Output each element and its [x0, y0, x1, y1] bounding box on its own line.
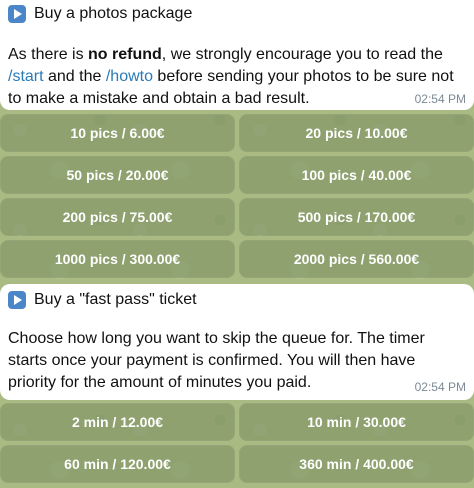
message-fast-pass: Buy a "fast pass" ticket Choose how long… — [0, 284, 474, 400]
body-bold-text: no refund — [88, 46, 162, 63]
message-body: As there is no refund, we strongly encou… — [8, 44, 466, 110]
fast-pass-60-min-button[interactable]: 60 min / 120.00€ — [0, 445, 235, 483]
play-button-icon — [8, 291, 26, 309]
message-timestamp: 02:54 PM — [414, 380, 466, 394]
message-title: Buy a "fast pass" ticket — [34, 291, 197, 308]
message-title: Buy a photos package — [34, 5, 193, 22]
message-timestamp: 02:54 PM — [414, 92, 466, 106]
fast-pass-keyboard: 2 min / 12.00€ 10 min / 30.00€ 60 min / … — [0, 403, 474, 487]
body-text: and the — [43, 68, 106, 85]
photos-package-keyboard: 10 pics / 6.00€ 20 pics / 10.00€ 50 pics… — [0, 114, 474, 282]
fast-pass-10-min-button[interactable]: 10 min / 30.00€ — [239, 403, 474, 441]
keyboard-row: 10 pics / 6.00€ 20 pics / 10.00€ — [0, 114, 474, 152]
buy-20-pics-button[interactable]: 20 pics / 10.00€ — [239, 114, 474, 152]
buy-10-pics-button[interactable]: 10 pics / 6.00€ — [0, 114, 235, 152]
buy-100-pics-button[interactable]: 100 pics / 40.00€ — [239, 156, 474, 194]
body-text: As there is — [8, 46, 89, 63]
message-photos-package: Buy a photos package As there is no refu… — [0, 0, 474, 110]
message-title-row: Buy a "fast pass" ticket — [8, 290, 466, 310]
play-button-icon — [8, 5, 26, 23]
buy-2000-pics-button[interactable]: 2000 pics / 560.00€ — [239, 240, 474, 278]
keyboard-row: 2 min / 12.00€ 10 min / 30.00€ — [0, 403, 474, 441]
keyboard-row: 200 pics / 75.00€ 500 pics / 170.00€ — [0, 198, 474, 236]
start-command-link[interactable]: /start — [8, 68, 44, 85]
buy-200-pics-button[interactable]: 200 pics / 75.00€ — [0, 198, 235, 236]
howto-command-link[interactable]: /howto — [106, 68, 153, 85]
buy-1000-pics-button[interactable]: 1000 pics / 300.00€ — [0, 240, 235, 278]
keyboard-row: 1000 pics / 300.00€ 2000 pics / 560.00€ — [0, 240, 474, 278]
body-text: , we strongly encourage you to read the — [161, 46, 443, 63]
message-body: Choose how long you want to skip the que… — [8, 330, 425, 391]
message-title-row: Buy a photos package — [8, 4, 466, 24]
fast-pass-360-min-button[interactable]: 360 min / 400.00€ — [239, 445, 474, 483]
buy-50-pics-button[interactable]: 50 pics / 20.00€ — [0, 156, 235, 194]
buy-500-pics-button[interactable]: 500 pics / 170.00€ — [239, 198, 474, 236]
fast-pass-2-min-button[interactable]: 2 min / 12.00€ — [0, 403, 235, 441]
keyboard-row: 50 pics / 20.00€ 100 pics / 40.00€ — [0, 156, 474, 194]
keyboard-row: 60 min / 120.00€ 360 min / 400.00€ — [0, 445, 474, 483]
